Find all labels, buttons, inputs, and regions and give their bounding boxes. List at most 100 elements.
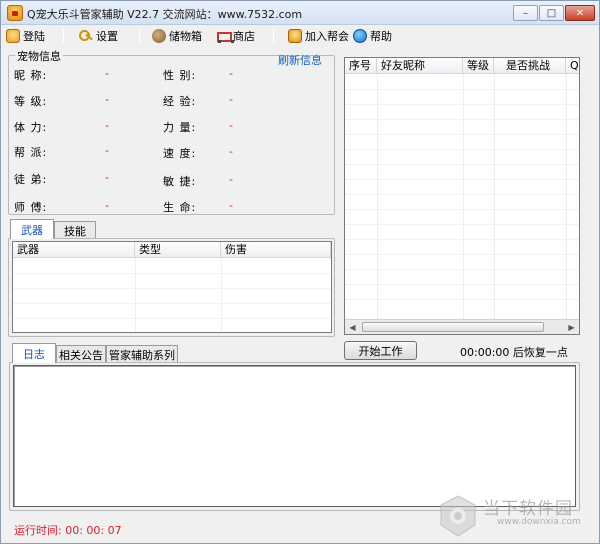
join-guild-button[interactable]: 加入帮会 — [288, 27, 349, 45]
app-window: Q宠大乐斗管家辅助 V22.7 交流网站：www.7532.com – □ ✕ … — [0, 0, 600, 544]
shop-label: 商店 — [233, 30, 255, 43]
scroll-right-icon[interactable]: ▶ — [564, 320, 579, 334]
grid-line — [13, 318, 331, 319]
cart-icon — [216, 29, 234, 43]
stamina-label: 体 力: — [14, 121, 48, 134]
grid-line — [345, 149, 579, 150]
toolbar: 登陆 设置 储物箱 商店 加入帮会 帮助 — [1, 26, 599, 46]
grid-line — [345, 224, 579, 225]
index-column-header[interactable]: 序号 — [345, 58, 377, 74]
gender-label: 性 别: — [163, 69, 197, 82]
weapon-list[interactable]: 武器 类型 伤害 — [12, 241, 332, 333]
qq-column-header[interactable]: QQ — [566, 58, 579, 74]
friends-horizontal-scrollbar[interactable]: ◀ ▶ — [345, 319, 579, 334]
grid-line — [13, 303, 331, 304]
grid-line — [345, 284, 579, 285]
grid-line — [345, 164, 579, 165]
toolbar-separator — [273, 29, 274, 43]
grid-line — [345, 134, 579, 135]
grid-line — [345, 299, 579, 300]
tab-weapons[interactable]: 武器 — [10, 219, 54, 239]
friends-list[interactable]: 序号 好友昵称 等级 是否挑战 QQ ◀ ▶ — [344, 57, 580, 335]
help-button[interactable]: 帮助 — [353, 27, 392, 45]
experience-value: - — [229, 93, 233, 106]
grid-line — [345, 209, 579, 210]
close-button[interactable]: ✕ — [565, 5, 595, 21]
help-icon — [353, 29, 367, 43]
nickname-label: 昵 称: — [14, 69, 48, 82]
friend-level-column-header[interactable]: 等级 — [463, 58, 494, 74]
help-label: 帮助 — [370, 30, 392, 43]
grid-line — [345, 269, 579, 270]
storage-label: 储物箱 — [169, 30, 202, 43]
scrollbar-thumb[interactable] — [362, 322, 544, 332]
login-icon — [6, 29, 20, 43]
speed-label: 速 度: — [163, 147, 197, 160]
stamina-value: - — [105, 119, 109, 132]
agility-value: - — [229, 173, 233, 186]
experience-label: 经 验: — [163, 95, 197, 108]
toolbar-separator — [139, 29, 140, 43]
grid-line — [221, 258, 222, 332]
life-label: 生 命: — [163, 201, 197, 214]
refresh-info-link[interactable]: 刷新信息 — [278, 52, 322, 68]
window-title: Q宠大乐斗管家辅助 V22.7 交流网站：www.7532.com — [27, 8, 303, 21]
guild-value: - — [105, 144, 109, 157]
friend-nickname-column-header[interactable]: 好友昵称 — [377, 58, 463, 74]
watermark-text: 当下软件园 — [483, 499, 573, 519]
storage-button[interactable]: 储物箱 — [152, 27, 202, 45]
type-column-header[interactable]: 类型 — [135, 242, 221, 258]
weapon-column-header[interactable]: 武器 — [13, 242, 135, 258]
master-value: - — [105, 199, 109, 212]
login-label: 登陆 — [23, 30, 45, 43]
grid-line — [13, 288, 331, 289]
log-textarea[interactable] — [13, 365, 576, 507]
recovery-countdown: 00:00:00 后恢复一点 — [460, 346, 568, 359]
apprentice-value: - — [105, 171, 109, 184]
challenge-column-header[interactable]: 是否挑战 — [494, 58, 566, 74]
speed-value: - — [229, 145, 233, 158]
agility-label: 敏 捷: — [163, 175, 197, 188]
guild-label: 帮 派: — [14, 146, 48, 159]
tab-helper-series[interactable]: 管家辅助系列 — [106, 345, 178, 363]
friends-list-header: 序号 好友昵称 等级 是否挑战 QQ — [345, 58, 579, 74]
tab-skills[interactable]: 技能 — [54, 221, 96, 239]
maximize-button[interactable]: □ — [539, 5, 564, 21]
grid-line — [345, 104, 579, 105]
grid-line — [13, 273, 331, 274]
watermark-logo-icon — [440, 495, 476, 537]
runtime-status: 运行时间: 00: 00: 07 — [14, 524, 122, 537]
shop-button[interactable]: 商店 — [216, 27, 255, 45]
master-label: 师 傅: — [14, 201, 48, 214]
grid-line — [345, 194, 579, 195]
join-guild-label: 加入帮会 — [305, 30, 349, 43]
settings-button[interactable]: 设置 — [79, 27, 118, 45]
title-bar[interactable]: Q宠大乐斗管家辅助 V22.7 交流网站：www.7532.com – □ ✕ — [1, 1, 599, 25]
grid-line — [345, 239, 579, 240]
gender-value: - — [229, 67, 233, 80]
weapon-list-header: 武器 类型 伤害 — [13, 242, 331, 258]
tab-log[interactable]: 日志 — [12, 343, 56, 363]
nickname-value: - — [105, 67, 109, 80]
bag-icon — [152, 29, 166, 43]
scroll-left-icon[interactable]: ◀ — [345, 320, 360, 334]
pet-info-title: 宠物信息 — [15, 48, 63, 64]
minimize-button[interactable]: – — [513, 5, 538, 21]
grid-line — [345, 119, 579, 120]
apprentice-label: 徒 弟: — [14, 173, 48, 186]
grid-line — [135, 258, 136, 332]
login-button[interactable]: 登陆 — [6, 27, 45, 45]
grid-line — [345, 254, 579, 255]
grid-line — [345, 89, 579, 90]
level-label: 等 级: — [14, 95, 48, 108]
damage-column-header[interactable]: 伤害 — [221, 242, 331, 258]
tab-announcements[interactable]: 相关公告 — [56, 345, 106, 363]
settings-label: 设置 — [96, 30, 118, 43]
app-icon — [7, 5, 23, 21]
guild-icon — [288, 29, 302, 43]
strength-label: 力 量: — [163, 121, 197, 134]
level-value: - — [105, 93, 109, 106]
start-work-button[interactable]: 开始工作 — [344, 341, 417, 360]
strength-value: - — [229, 119, 233, 132]
life-value: - — [229, 199, 233, 212]
